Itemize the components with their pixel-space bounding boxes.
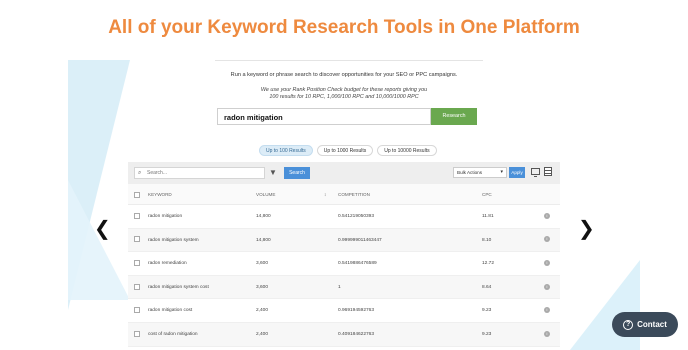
keyword-cell: radon remediation bbox=[148, 261, 187, 267]
keyword-cell: radon mitigation system cost bbox=[148, 284, 209, 290]
row-checkbox[interactable] bbox=[134, 299, 140, 322]
table-search-placeholder: Search... bbox=[147, 170, 168, 176]
page-title: All of your Keyword Research Tools in On… bbox=[108, 17, 580, 38]
table-row: radon mitigation cost 2,400 0.9691945927… bbox=[128, 299, 560, 323]
results-panel: ⌕ Search... ▼ Search Bulk Actions ▾ Appl… bbox=[128, 162, 560, 350]
cpc-cell: 9.23 bbox=[482, 308, 492, 314]
cpc-cell: 8.10 bbox=[482, 237, 492, 243]
row-checkbox[interactable] bbox=[134, 205, 140, 228]
row-info-icon[interactable]: i bbox=[544, 252, 550, 275]
volume-cell: 14,800 bbox=[256, 214, 271, 219]
table-row: radon mitigation 14,800 0.541219050393 1… bbox=[128, 205, 560, 229]
option-10000-results[interactable]: Up to 10000 Results bbox=[377, 145, 437, 156]
sort-icon[interactable]: ↕ bbox=[324, 184, 326, 205]
competition-cell: 0.999999011463447 bbox=[338, 237, 382, 243]
header-keyword[interactable]: KEYWORD bbox=[148, 184, 172, 205]
competition-cell: 1 bbox=[338, 284, 341, 290]
divider bbox=[215, 60, 483, 61]
page: All of your Keyword Research Tools in On… bbox=[0, 0, 688, 350]
competition-cell: 0.409184622763 bbox=[338, 331, 375, 337]
option-1000-results[interactable]: Up to 1000 Results bbox=[316, 145, 374, 156]
row-info-icon[interactable]: i bbox=[544, 323, 550, 346]
volume-cell: 3,600 bbox=[256, 284, 269, 290]
volume-cell: 14,800 bbox=[256, 237, 271, 243]
keyword-cell: cost of radon mitigation bbox=[148, 331, 198, 337]
budget-note-line2: 100 results for 10 RPC, 1,000/100 RPC an… bbox=[269, 94, 419, 100]
bulk-actions-select[interactable]: Bulk Actions ▾ bbox=[453, 167, 507, 178]
table-row: cost of radon mitigation 2,400 0.4091846… bbox=[128, 322, 560, 347]
bulk-actions-label: Bulk Actions bbox=[457, 170, 483, 175]
table-row: radon mitigation system 14,800 0.9999990… bbox=[128, 228, 560, 253]
intro-text: Run a keyword or phrase search to discov… bbox=[230, 72, 458, 78]
result-limit-options: Up to 100 Results Up to 1000 Results Up … bbox=[259, 145, 437, 156]
cpc-cell: 11.81 bbox=[482, 214, 494, 219]
results-toolbar: ⌕ Search... ▼ Search Bulk Actions ▾ Appl… bbox=[128, 162, 560, 184]
contact-button[interactable]: ? Contact bbox=[612, 312, 678, 337]
table-body: radon mitigation 14,800 0.541219050393 1… bbox=[128, 205, 560, 347]
apply-button[interactable]: Apply bbox=[509, 167, 525, 178]
row-info-icon[interactable]: i bbox=[544, 299, 550, 322]
filter-icon[interactable]: ▼ bbox=[269, 168, 277, 177]
row-info-icon[interactable]: i bbox=[544, 276, 550, 299]
budget-note-line1: We use your Rank Position Check budget f… bbox=[260, 87, 428, 93]
monitor-icon[interactable] bbox=[531, 168, 540, 177]
row-checkbox[interactable] bbox=[134, 252, 140, 275]
carousel-prev-icon[interactable]: ❮ bbox=[94, 218, 111, 238]
select-all-checkbox[interactable] bbox=[134, 184, 140, 205]
table-row: radon mitigation system cost 3,600 1 8.6… bbox=[128, 275, 560, 300]
volume-cell: 3,600 bbox=[256, 261, 269, 267]
research-button[interactable]: Research bbox=[431, 108, 477, 125]
keyword-cell: radon mitigation system bbox=[148, 237, 199, 243]
competition-cell: 0.969194592763 bbox=[338, 308, 375, 314]
competition-cell: 0.541219050393 bbox=[338, 214, 375, 219]
cpc-cell: 9.23 bbox=[482, 331, 492, 337]
contact-label: Contact bbox=[637, 320, 667, 329]
table-search-input[interactable]: ⌕ Search... bbox=[134, 167, 265, 179]
keyword-search-input[interactable]: radon mitigation bbox=[217, 108, 431, 125]
volume-cell: 2,400 bbox=[256, 331, 269, 337]
option-100-results[interactable]: Up to 100 Results bbox=[259, 145, 313, 156]
row-checkbox[interactable] bbox=[134, 229, 140, 252]
header-cpc[interactable]: CPC bbox=[482, 184, 492, 205]
row-info-icon[interactable]: i bbox=[544, 229, 550, 252]
chevron-down-icon: ▾ bbox=[500, 169, 503, 175]
table-search-button[interactable]: Search bbox=[284, 167, 310, 179]
keyword-cell: radon mitigation bbox=[148, 214, 183, 219]
row-checkbox[interactable] bbox=[134, 276, 140, 299]
budget-note: We use your Rank Position Check budget f… bbox=[0, 87, 688, 101]
columns-icon[interactable] bbox=[544, 167, 552, 176]
help-icon: ? bbox=[623, 319, 634, 330]
carousel-next-icon[interactable]: ❯ bbox=[578, 218, 595, 238]
keyword-cell: radon mitigation cost bbox=[148, 308, 193, 314]
cpc-cell: 12.72 bbox=[482, 261, 495, 267]
row-info-icon[interactable]: i bbox=[544, 205, 550, 228]
search-icon: ⌕ bbox=[138, 170, 142, 176]
row-checkbox[interactable] bbox=[134, 323, 140, 346]
decorative-triangle-left-lower bbox=[68, 180, 130, 300]
table-row: radon remediation 3,600 0.5419886476589 … bbox=[128, 252, 560, 276]
cpc-cell: 8.64 bbox=[482, 284, 492, 290]
header-volume[interactable]: VOLUME bbox=[256, 184, 275, 205]
table-header: KEYWORD VOLUME ↕ COMPETITION CPC bbox=[128, 184, 560, 205]
header-competition[interactable]: COMPETITION bbox=[338, 184, 370, 205]
competition-cell: 0.5419886476589 bbox=[338, 261, 377, 267]
volume-cell: 2,400 bbox=[256, 308, 269, 314]
